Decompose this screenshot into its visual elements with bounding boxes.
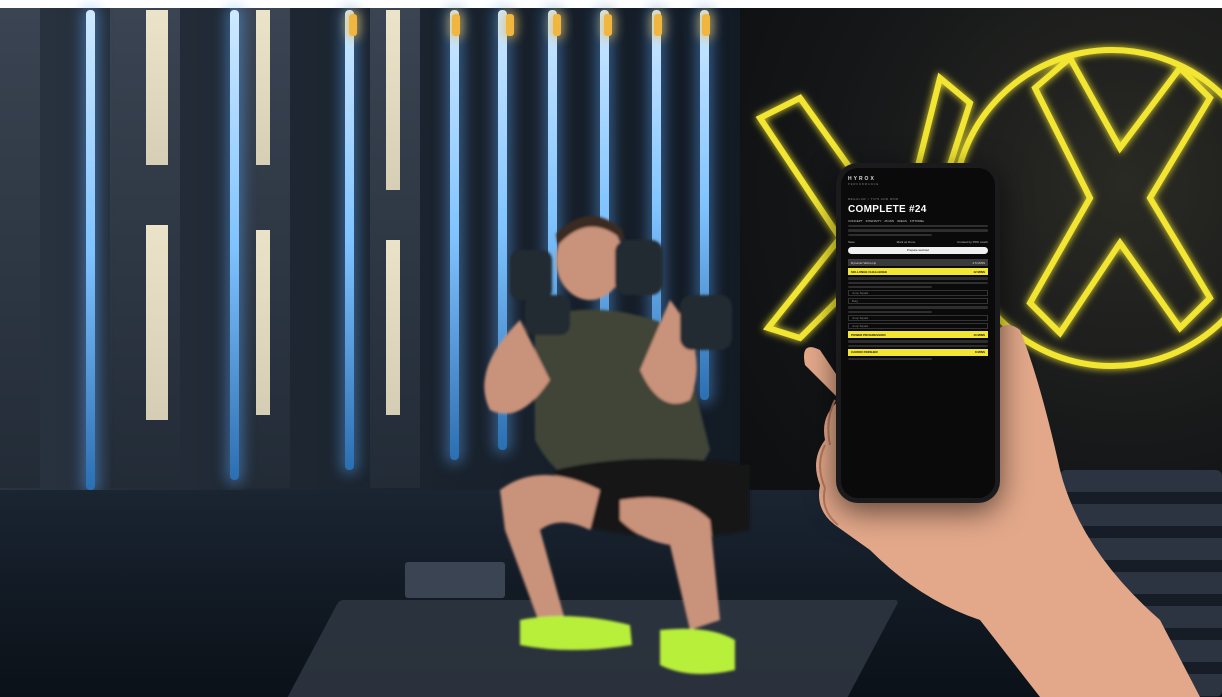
block-text-line bbox=[848, 357, 932, 361]
warm-light-panel bbox=[146, 225, 168, 420]
phone-screen: HYROX PERFORMANCE REGULAR > TIPS AND WOD… bbox=[841, 168, 995, 498]
warm-light-panel bbox=[386, 240, 400, 415]
block-text-line bbox=[848, 310, 932, 314]
led-light-bar bbox=[230, 10, 239, 480]
block-value: 8 MINS bbox=[974, 350, 985, 355]
block-header[interactable]: POWER PROGRESSION 10 MINS bbox=[848, 331, 988, 339]
warm-light-panel bbox=[386, 10, 400, 190]
block-label: CARDIO FINISHER bbox=[851, 350, 878, 355]
exercise-field[interactable]: Jump Squats bbox=[848, 290, 988, 297]
block-value: 12 MINS bbox=[973, 269, 985, 274]
amber-light bbox=[452, 14, 460, 36]
block-value: 10 MINS bbox=[973, 332, 985, 337]
amber-light bbox=[604, 14, 612, 36]
top-border bbox=[0, 0, 1222, 8]
amber-light bbox=[553, 14, 561, 36]
block-text-line bbox=[848, 344, 988, 347]
app-brand-subtitle: PERFORMANCE bbox=[848, 183, 880, 186]
warm-light-panel bbox=[146, 10, 168, 165]
exercise-field[interactable]: Burg bbox=[848, 298, 988, 305]
meta-item: CONCEPT bbox=[848, 219, 863, 223]
warmup-section-header[interactable]: Dynamic Warm-Up 4.5 MINS bbox=[848, 259, 988, 267]
block-text-line bbox=[848, 285, 932, 289]
athlete-squatting bbox=[484, 215, 750, 674]
warm-light-panel bbox=[256, 230, 270, 415]
block-text-line bbox=[848, 340, 988, 343]
wall-panel bbox=[110, 8, 180, 488]
led-light-bar bbox=[86, 10, 95, 490]
exercise-field[interactable]: Jump Squats bbox=[848, 323, 988, 330]
section-value: 4.5 MINS bbox=[972, 260, 985, 265]
workout-title: COMPLETE #24 bbox=[848, 204, 927, 215]
curated-note: Curated by PRO coach bbox=[957, 240, 988, 245]
amber-light bbox=[654, 14, 662, 36]
save-option[interactable]: Save bbox=[848, 240, 855, 244]
amber-light bbox=[702, 14, 710, 36]
warm-light-panel bbox=[256, 10, 270, 165]
meta-item: 25 MIN bbox=[884, 219, 895, 223]
block-label: POWER PROGRESSION bbox=[851, 332, 886, 337]
block-header[interactable]: CARDIO FINISHER 8 MINS bbox=[848, 348, 988, 356]
section-label: Dynamic Warm-Up bbox=[851, 260, 877, 265]
block-text-line bbox=[848, 281, 988, 284]
smartphone: HYROX PERFORMANCE REGULAR > TIPS AND WOD… bbox=[836, 163, 1000, 503]
description-line bbox=[848, 233, 932, 237]
amber-light bbox=[506, 14, 514, 36]
exercise-field[interactable]: Jump Squats bbox=[848, 315, 988, 322]
block-header[interactable]: SKI-LUNGE CHALLENGE 12 MINS bbox=[848, 268, 988, 276]
amber-light bbox=[349, 14, 357, 36]
meta-item: INTENSITY bbox=[865, 219, 882, 223]
breadcrumb: REGULAR > TIPS AND WOD bbox=[848, 197, 899, 201]
workout-options: Save Mark as Done Curated by PRO coach bbox=[848, 240, 988, 244]
wall-panel bbox=[0, 8, 40, 488]
description-line bbox=[848, 229, 988, 232]
led-light-bar bbox=[345, 10, 354, 470]
description-line bbox=[848, 225, 988, 228]
block-label: SKI-LUNGE CHALLENGE bbox=[851, 269, 887, 274]
workout-meta: CONCEPT INTENSITY 25 MIN 3REAS FITTOREL bbox=[848, 219, 988, 223]
meta-item: 3REAS bbox=[897, 219, 907, 223]
mark-done-option[interactable]: Mark as Done bbox=[897, 240, 916, 244]
app-brand-logo: HYROX bbox=[848, 176, 876, 182]
block-text-line bbox=[848, 277, 988, 280]
prepare-workout-button[interactable]: Prepare workout bbox=[848, 247, 988, 255]
meta-item: FITTOREL bbox=[909, 219, 925, 223]
block-text-line bbox=[848, 306, 988, 309]
gym-photo: HYROX PERFORMANCE REGULAR > TIPS AND WOD… bbox=[0, 0, 1222, 697]
